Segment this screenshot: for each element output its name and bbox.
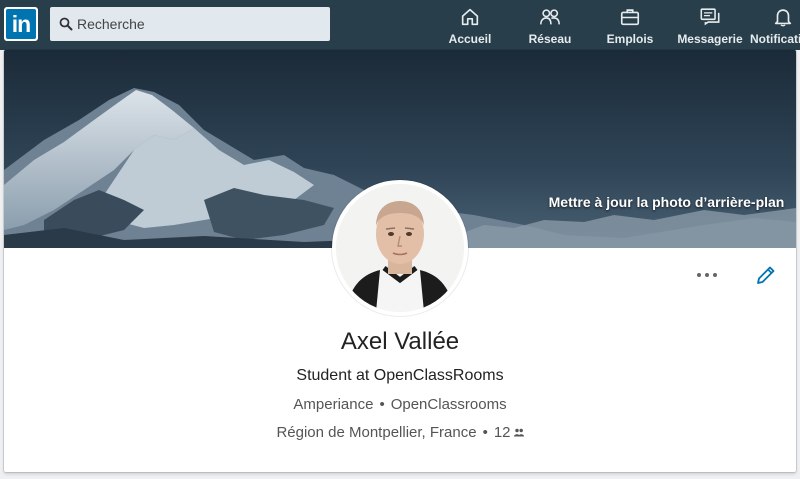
search-icon (59, 17, 73, 31)
more-actions-button[interactable] (694, 264, 720, 284)
search-input[interactable] (77, 7, 322, 41)
bullet-separator: • (379, 396, 385, 413)
nav-label-network: Réseau (528, 32, 572, 46)
nav-item-jobs[interactable]: Emplois (600, 6, 660, 48)
pencil-icon (757, 266, 775, 284)
ellipsis-icon (697, 273, 701, 277)
ellipsis-icon (705, 273, 709, 277)
nav-item-notifications[interactable]: Notificati (750, 6, 800, 48)
nav-label-notifications: Notificati (750, 32, 800, 46)
nav-item-home[interactable]: Accueil (440, 6, 500, 48)
briefcase-icon (620, 9, 640, 26)
edit-profile-button[interactable] (755, 264, 777, 286)
nav-label-jobs: Emplois (606, 32, 654, 46)
profile-photo[interactable] (332, 180, 468, 316)
search-box[interactable] (50, 7, 330, 41)
nav-label-home: Accueil (448, 32, 492, 46)
nav-item-network[interactable]: Réseau (520, 6, 580, 48)
bell-icon (774, 9, 792, 27)
ellipsis-icon (713, 273, 717, 277)
person-portrait-icon (336, 184, 464, 312)
company-link-amperiance[interactable]: Amperiance (293, 396, 373, 413)
messaging-icon (700, 8, 720, 26)
profile-location-line: Région de Montpellier, France • 12 (4, 424, 796, 441)
nav-item-messaging[interactable]: Messagerie (677, 6, 743, 48)
profile-name: Axel Vallée (340, 328, 460, 355)
logo-text: in (6, 9, 36, 39)
profile-card: Mettre à jour la photo d’arrière-plan Ax… (4, 50, 796, 472)
profile-location: Région de Montpellier, France (276, 424, 477, 441)
profile-photo-image (336, 184, 464, 312)
nav-label-messaging: Messagerie (677, 32, 743, 46)
bullet-separator: • (482, 424, 488, 441)
profile-companies: Amperiance • OpenClassrooms (4, 396, 796, 413)
network-icon (540, 9, 560, 25)
linkedin-logo[interactable]: in (4, 7, 38, 41)
update-background-photo-link[interactable]: Mettre à jour la photo d’arrière-plan (544, 190, 789, 214)
connections-count[interactable]: 12 (494, 424, 511, 441)
home-icon (461, 8, 479, 26)
connections-icon (513, 428, 524, 437)
top-navigation-bar: in Accueil Réseau Emplois (0, 0, 800, 50)
profile-headline: Student at OpenClassRooms (296, 367, 504, 384)
company-link-openclassrooms[interactable]: OpenClassrooms (391, 396, 507, 413)
